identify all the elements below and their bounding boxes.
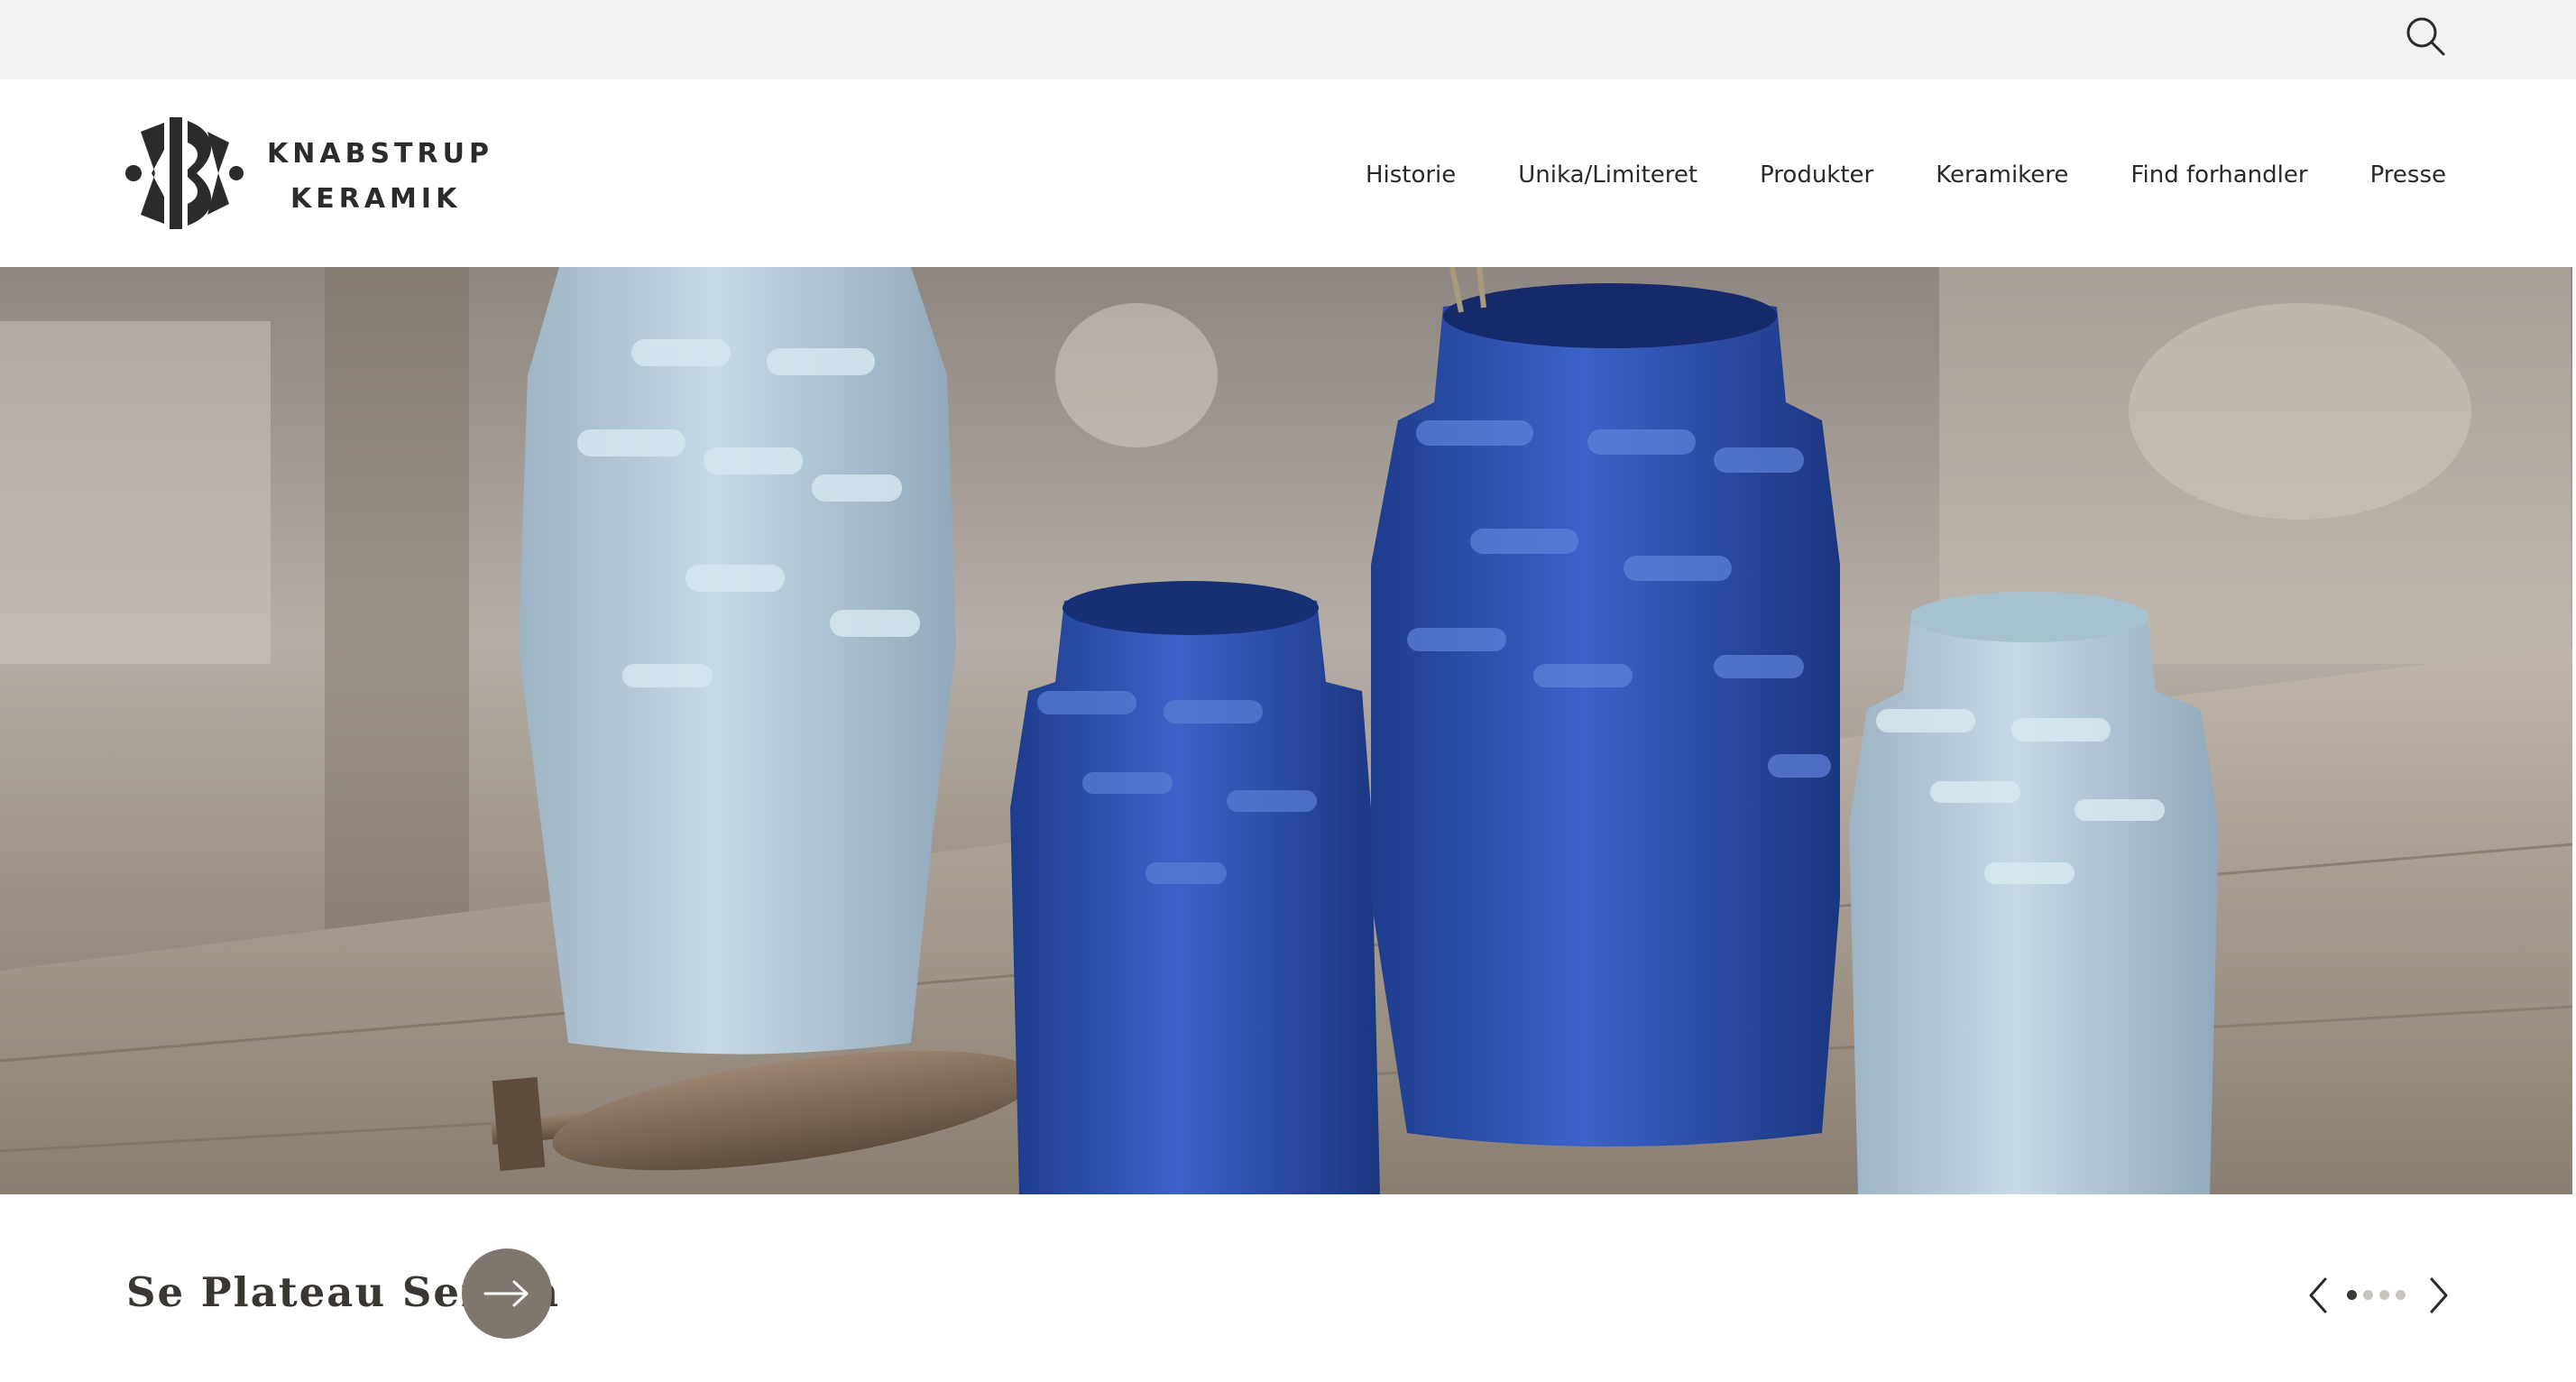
- nav-item-produkter[interactable]: Produkter: [1760, 157, 1873, 193]
- slider-prev-button[interactable]: [2302, 1276, 2338, 1315]
- search-button[interactable]: [2402, 13, 2449, 60]
- slider-next-button[interactable]: [2419, 1276, 2455, 1315]
- logo-wordmark: KNABSTRUP KERAMIK: [267, 132, 493, 222]
- logo-mark-icon: [125, 117, 244, 229]
- nav-item-keramikere[interactable]: Keramikere: [1936, 157, 2068, 193]
- top-utility-bar: [0, 0, 2576, 79]
- chevron-left-icon: [2309, 1277, 2327, 1313]
- slider-dot[interactable]: [2347, 1290, 2357, 1300]
- site-header: KNABSTRUP KERAMIK Historie Unika/Limiter…: [0, 79, 2576, 267]
- slider-dot[interactable]: [2396, 1290, 2406, 1300]
- nav-item-unika-limiteret[interactable]: Unika/Limiteret: [1518, 157, 1697, 193]
- logo-text-line1: KNABSTRUP: [267, 138, 493, 170]
- arrow-right-icon: [483, 1280, 529, 1307]
- nav-item-find-forhandler[interactable]: Find forhandler: [2130, 157, 2307, 193]
- cta-arrow-button[interactable]: [462, 1248, 552, 1339]
- slider-dot[interactable]: [2363, 1290, 2373, 1300]
- brand-logo[interactable]: KNABSTRUP KERAMIK: [124, 114, 489, 233]
- nav-item-presse[interactable]: Presse: [2370, 157, 2446, 193]
- search-icon: [2406, 17, 2445, 56]
- logo-text-line2: KERAMIK: [290, 183, 462, 215]
- hero-vases-photo: [0, 267, 2572, 1194]
- slider-dot[interactable]: [2379, 1290, 2389, 1300]
- hero-caption-row: Se Plateau Serien: [0, 1194, 2576, 1382]
- chevron-right-icon: [2430, 1277, 2448, 1313]
- nav-item-historie[interactable]: Historie: [1366, 157, 1456, 193]
- hero-image: [0, 267, 2572, 1194]
- slider-dots: [2347, 1290, 2406, 1300]
- main-nav: Historie Unika/Limiteret Produkter Keram…: [1303, 157, 2446, 193]
